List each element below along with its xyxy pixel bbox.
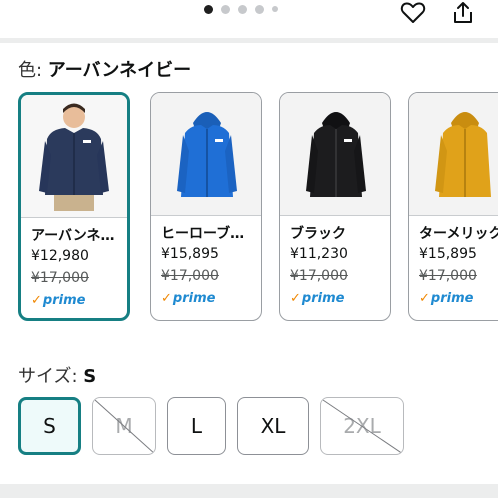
swatch-price: ¥12,980: [31, 248, 89, 264]
size-option-m[interactable]: M: [92, 397, 156, 455]
prime-label: prime: [430, 291, 474, 306]
black-jacket-image: [280, 93, 390, 216]
heart-icon[interactable]: [398, 0, 428, 26]
color-swatch-urban-navy[interactable]: アーバンネ… ¥12,980 ¥17,000 ✓prime: [18, 92, 130, 321]
swatch-list-price: ¥17,000: [419, 268, 477, 284]
blue-jacket-image: [151, 93, 261, 216]
swatch-price: ¥15,895: [161, 246, 219, 262]
size-label: サイズ: S: [18, 366, 96, 388]
prime-badge: ✓prime: [290, 291, 344, 306]
size-label-prefix: サイズ:: [18, 366, 84, 387]
size-option-label: XL: [260, 414, 286, 438]
share-icon[interactable]: [448, 0, 478, 26]
color-swatch-black[interactable]: ブラック ¥11,230 ¥17,000 ✓prime: [279, 92, 391, 321]
section-divider: [0, 484, 498, 498]
unavailable-strike-icon: [94, 399, 155, 454]
prime-label: prime: [172, 291, 216, 306]
unavailable-strike-icon: [322, 399, 403, 454]
prime-check-icon: ✓: [31, 293, 42, 308]
carousel-dot[interactable]: [255, 4, 264, 14]
swatch-price: ¥11,230: [290, 246, 348, 262]
size-option-2xl[interactable]: 2XL: [320, 397, 404, 455]
prime-label: prime: [301, 291, 345, 306]
carousel-dot[interactable]: [238, 4, 247, 14]
color-label: 色: アーバンネイビー: [18, 60, 191, 82]
size-options: S M L XL 2XL: [0, 395, 498, 457]
swatch-name: アーバンネ…: [31, 228, 115, 244]
selected-size: S: [83, 366, 97, 387]
color-swatch-list[interactable]: アーバンネ… ¥12,980 ¥17,000 ✓prime ヒーローブ… ¥15…: [0, 88, 498, 328]
person-wearing-navy-jacket-image: [21, 95, 127, 218]
prime-label: prime: [42, 293, 86, 308]
prime-check-icon: ✓: [419, 291, 430, 306]
section-divider: [0, 38, 498, 43]
yellow-jacket-image: [409, 93, 498, 216]
swatch-price: ¥15,895: [419, 246, 477, 262]
swatch-list-price: ¥17,000: [290, 268, 348, 284]
size-option-s[interactable]: S: [18, 397, 81, 455]
color-swatch-turmeric[interactable]: ターメリック ¥15,895 ¥17,000 ✓prime: [408, 92, 498, 321]
size-option-label: S: [43, 414, 56, 438]
selected-color-name: アーバンネイビー: [47, 60, 192, 81]
prime-check-icon: ✓: [290, 291, 301, 306]
color-swatch-hero-blue[interactable]: ヒーローブ… ¥15,895 ¥17,000 ✓prime: [150, 92, 262, 321]
swatch-name: ブラック: [290, 226, 346, 242]
carousel-dot[interactable]: [272, 6, 278, 12]
prime-badge: ✓prime: [31, 293, 85, 308]
prime-badge: ✓prime: [419, 291, 473, 306]
prime-check-icon: ✓: [161, 291, 172, 306]
swatch-list-price: ¥17,000: [161, 268, 219, 284]
carousel-dot[interactable]: [221, 4, 230, 14]
swatch-name: ヒーローブ…: [161, 226, 245, 242]
color-label-prefix: 色:: [18, 60, 48, 81]
carousel-dot[interactable]: [204, 4, 213, 14]
swatch-list-price: ¥17,000: [31, 270, 89, 286]
carousel-header: [0, 0, 498, 38]
carousel-dots[interactable]: [204, 4, 278, 14]
size-option-label: L: [190, 414, 203, 438]
size-option-xl[interactable]: XL: [237, 397, 309, 455]
swatch-name: ターメリック: [419, 226, 498, 242]
size-option-l[interactable]: L: [167, 397, 226, 455]
prime-badge: ✓prime: [161, 291, 215, 306]
